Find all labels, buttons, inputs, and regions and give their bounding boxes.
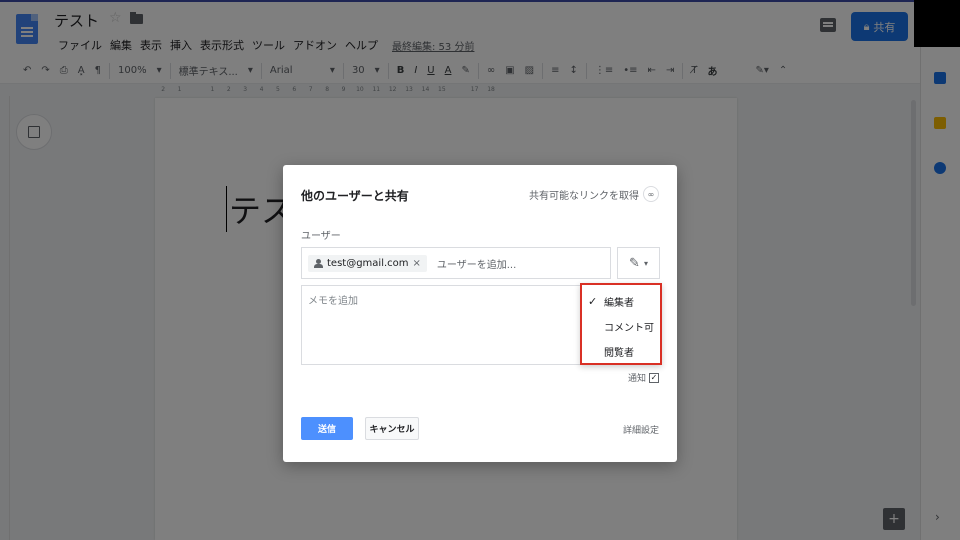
- notify-label: 通知: [627, 374, 646, 384]
- link-icon: ∞: [643, 186, 659, 202]
- chip-email: test@gmail.com: [327, 257, 409, 269]
- send-button[interactable]: 送信: [301, 417, 353, 440]
- permission-option-editor[interactable]: ✓ 編集者: [582, 289, 660, 314]
- get-link-label: 共有可能なリンクを取得: [529, 190, 639, 202]
- users-label: ユーザー: [301, 231, 341, 242]
- permission-option-label: 編集者: [604, 298, 634, 309]
- permission-dropdown-button[interactable]: ✎ ▾: [617, 247, 660, 279]
- permission-menu: ✓ 編集者 コメント可 閲覧者: [580, 283, 662, 365]
- chevron-down-icon: ▾: [643, 258, 648, 268]
- add-user-input[interactable]: ユーザーを追加...: [437, 256, 516, 271]
- notify-option[interactable]: 通知 ✓: [628, 371, 659, 384]
- notify-checkbox[interactable]: ✓: [649, 372, 659, 383]
- chip-remove-button[interactable]: ×: [413, 258, 421, 269]
- user-input-box[interactable]: test@gmail.com × ユーザーを追加...: [301, 247, 611, 279]
- advanced-settings-link[interactable]: 詳細設定: [623, 423, 659, 436]
- get-shareable-link[interactable]: 共有可能なリンクを取得 ∞: [529, 186, 659, 202]
- cancel-button[interactable]: キャンセル: [365, 417, 419, 440]
- person-icon: [314, 258, 323, 268]
- permission-option-commenter[interactable]: コメント可: [582, 314, 660, 339]
- user-chip: test@gmail.com ×: [308, 254, 427, 272]
- check-icon: ✓: [588, 295, 598, 308]
- pencil-icon: ✎: [629, 255, 640, 271]
- permission-option-label: 閲覧者: [604, 348, 634, 359]
- permission-option-viewer[interactable]: 閲覧者: [582, 339, 660, 364]
- dialog-title: 他のユーザーと共有: [301, 189, 409, 203]
- permission-option-label: コメント可: [604, 323, 654, 334]
